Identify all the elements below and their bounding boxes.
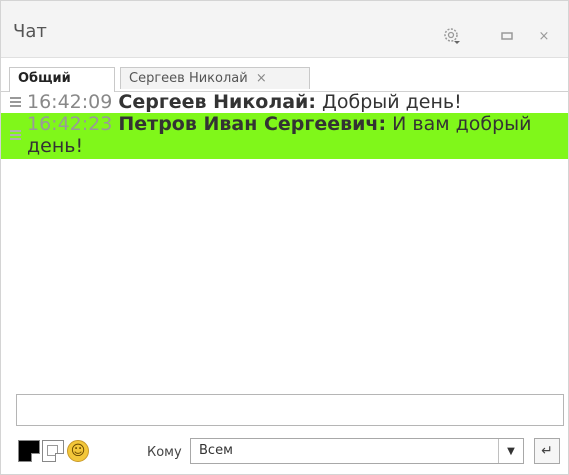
message-list: 16:42:09 Сергеев Николай: Добрый день! 1… (1, 91, 568, 391)
message-author[interactable]: Сергеев Николай: (118, 91, 316, 113)
minimize-icon[interactable] (496, 25, 518, 47)
message-author[interactable]: Петров Иван Сергеевич: (118, 113, 386, 135)
chat-window: Чат × Общий Сергеев Николай × 16:42:09 С… (0, 0, 569, 475)
message-item: 16:42:23 Петров Иван Сергеевич: И вам до… (1, 113, 568, 159)
message-menu-icon[interactable] (10, 130, 21, 140)
message-text: Добрый день! (322, 91, 462, 113)
gear-icon[interactable] (441, 25, 463, 47)
tab-private-label: Сергеев Николай (129, 71, 248, 86)
tab-general[interactable]: Общий (9, 67, 115, 92)
message-input[interactable] (16, 394, 564, 426)
tab-private-sergeev[interactable]: Сергеев Николай × (120, 67, 310, 89)
background-color-icon[interactable] (42, 440, 64, 462)
tab-general-label: Общий (18, 71, 71, 86)
smiley-icon[interactable]: ☺ (67, 440, 89, 462)
recipient-label: Кому (147, 445, 182, 460)
message-time: 16:42:09 (27, 91, 113, 113)
recipient-select[interactable]: Всем ▼ (190, 438, 524, 464)
message-time: 16:42:23 (27, 113, 113, 135)
window-title: Чат (13, 21, 47, 42)
title-bar: Чат × (1, 1, 568, 58)
close-icon[interactable]: × (533, 25, 555, 47)
message-menu-icon[interactable] (10, 97, 21, 107)
message-item: 16:42:09 Сергеев Николай: Добрый день! (1, 91, 568, 113)
enter-icon: ↵ (541, 443, 553, 459)
send-button[interactable]: ↵ (534, 438, 560, 464)
tab-bar: Общий Сергеев Николай × (1, 61, 568, 92)
chevron-down-icon[interactable]: ▼ (498, 439, 523, 463)
text-color-icon[interactable] (18, 440, 40, 462)
recipient-value: Всем (199, 443, 233, 458)
close-tab-icon[interactable]: × (256, 71, 267, 86)
